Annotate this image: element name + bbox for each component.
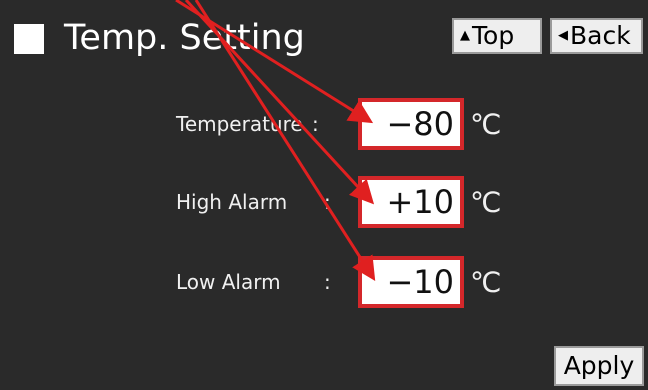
left-triangle-icon: ◀ [558,28,568,43]
title-square-icon [14,24,44,54]
top-button[interactable]: ▲ Top [452,18,542,54]
high-alarm-colon: : [324,190,331,214]
high-alarm-label: High Alarm [176,190,288,214]
page-title: Temp. Setting [64,18,305,58]
temperature-unit: ℃ [470,108,502,141]
temperature-input[interactable]: −80 [358,98,464,150]
low-alarm-label: Low Alarm [176,270,281,294]
high-alarm-input[interactable]: +10 [358,176,464,228]
temperature-label: Temperature [176,112,303,136]
back-button[interactable]: ◀ Back [550,18,643,54]
back-button-label: Back [570,21,631,50]
high-alarm-unit: ℃ [470,186,502,219]
up-arrow-icon: ▲ [460,28,470,43]
temp-setting-screen: Temp. Setting ▲ Top ◀ Back Temperature :… [0,0,648,390]
top-button-label: Top [472,21,515,50]
low-alarm-colon: : [324,270,331,294]
apply-button[interactable]: Apply [554,346,644,386]
temperature-colon: : [312,112,319,136]
low-alarm-input[interactable]: −10 [358,256,464,308]
low-alarm-unit: ℃ [470,266,502,299]
